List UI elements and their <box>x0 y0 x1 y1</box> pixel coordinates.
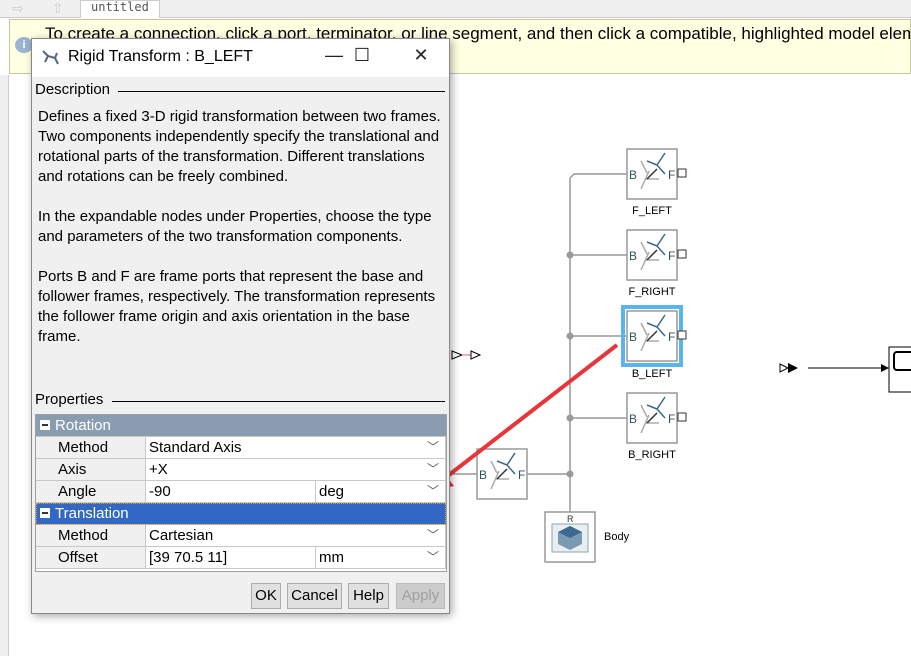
properties-label: Properties <box>35 391 104 408</box>
row-rotation-method: Method Standard Axis ﹀ <box>36 437 446 459</box>
close-icon[interactable]: ✕ <box>406 45 436 66</box>
svg-text:F_LEFT: F_LEFT <box>632 205 672 217</box>
block-b-right[interactable]: B F B_RIGHT <box>626 392 687 461</box>
ok-button[interactable]: OK <box>251 583 281 609</box>
description-paragraph: Defines a fixed 3-D rigid transformation… <box>38 108 441 185</box>
svg-text:B: B <box>479 468 487 482</box>
description-paragraph: Ports B and F are frame ports that repre… <box>38 268 436 345</box>
group-translation[interactable]: Translation <box>36 503 446 525</box>
offset-input[interactable]: [39 70.5 11] <box>146 547 316 568</box>
block-f-right[interactable]: B F F_RIGHT <box>626 229 687 298</box>
scope-block[interactable] <box>888 346 911 393</box>
svg-text:B: B <box>629 330 637 344</box>
minimize-icon[interactable]: — <box>319 45 349 66</box>
chevron-down-icon: ﹀ <box>426 550 439 564</box>
row-translation-method: Method Cartesian ﹀ <box>36 525 446 547</box>
svg-text:F: F <box>668 330 675 344</box>
maximize-icon[interactable]: ☐ <box>347 45 377 66</box>
row-translation-offset: Offset [39 70.5 11] mm ﹀ <box>36 547 446 569</box>
svg-text:B: B <box>629 249 637 263</box>
svg-text:F: F <box>668 249 675 263</box>
rigid-transform-dialog: Rigid Transform : B_LEFT — ☐ ✕ Descripti… <box>31 38 450 614</box>
block-b-left[interactable]: B F B_LEFT <box>626 310 687 380</box>
signal-line[interactable] <box>779 363 889 373</box>
block-f-left[interactable]: B F F_LEFT <box>626 148 687 217</box>
svg-text:B_LEFT: B_LEFT <box>632 368 673 380</box>
translation-method-select[interactable]: Cartesian ﹀ <box>146 525 446 546</box>
cancel-button[interactable]: Cancel <box>287 583 342 609</box>
svg-text:Body: Body <box>604 531 630 543</box>
description-section: Description <box>32 81 449 101</box>
properties-section: Properties <box>32 391 449 411</box>
help-button[interactable]: Help <box>348 583 389 609</box>
chevron-down-icon: ﹀ <box>426 528 439 542</box>
svg-text:R: R <box>567 514 574 524</box>
svg-text:F: F <box>668 412 675 426</box>
group-rotation[interactable]: Rotation <box>36 415 446 437</box>
dialog-titlebar[interactable]: Rigid Transform : B_LEFT — ☐ ✕ <box>32 39 449 77</box>
svg-text:B: B <box>629 168 637 182</box>
svg-text:B: B <box>629 412 637 426</box>
dialog-title: Rigid Transform : B_LEFT <box>68 48 253 65</box>
apply-button[interactable]: Apply <box>396 583 445 609</box>
row-rotation-angle: Angle -90 deg ﹀ <box>36 481 446 503</box>
chevron-down-icon: ﹀ <box>426 440 439 454</box>
port-connector[interactable] <box>451 350 482 360</box>
svg-text:F: F <box>668 168 675 182</box>
collapse-icon[interactable] <box>40 420 50 430</box>
svg-text:F: F <box>518 468 525 482</box>
angle-input[interactable]: -90 <box>146 481 316 502</box>
rotation-method-select[interactable]: Standard Axis ﹀ <box>146 437 446 458</box>
rigid-transform-icon <box>42 50 59 65</box>
chevron-down-icon: ﹀ <box>426 484 439 498</box>
chevron-down-icon: ﹀ <box>426 462 439 476</box>
rotation-axis-select[interactable]: +X ﹀ <box>146 459 446 480</box>
properties-table: Rotation Method Standard Axis ﹀ Axis +X ﹀ An… <box>35 414 447 572</box>
angle-unit-select[interactable]: deg ﹀ <box>316 481 446 502</box>
svg-text:B_RIGHT: B_RIGHT <box>628 449 676 461</box>
block-rigid-transform[interactable]: BF <box>476 448 528 500</box>
description-text: Defines a fixed 3-D rigid transformation… <box>32 101 449 347</box>
description-paragraph: In the expandable nodes under Properties… <box>38 208 432 245</box>
row-rotation-axis: Axis +X ﹀ <box>36 459 446 481</box>
description-label: Description <box>35 81 111 98</box>
collapse-icon[interactable] <box>40 508 50 518</box>
svg-text:F_RIGHT: F_RIGHT <box>628 286 675 298</box>
offset-unit-select[interactable]: mm ﹀ <box>316 547 446 568</box>
block-body[interactable]: R Body <box>544 511 630 563</box>
